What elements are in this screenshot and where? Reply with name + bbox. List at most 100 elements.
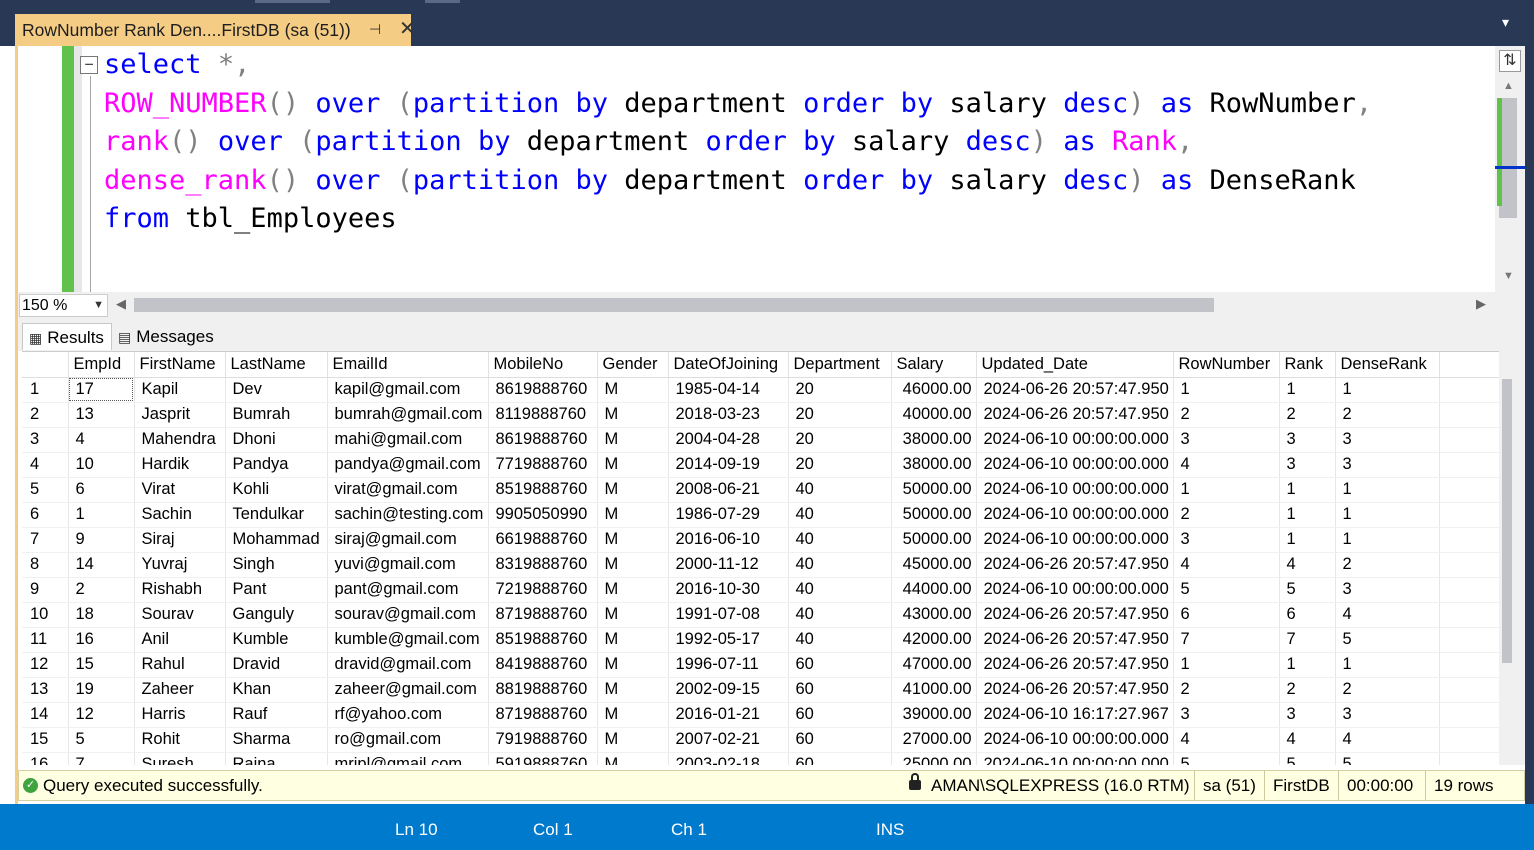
table-cell[interactable]: 2024-06-26 20:57:47.950: [976, 402, 1174, 428]
table-cell[interactable]: 39000.00: [891, 702, 977, 728]
table-cell[interactable]: 2004-04-28: [668, 427, 789, 453]
table-cell[interactable]: 2: [1173, 502, 1280, 528]
table-cell[interactable]: 40: [788, 477, 892, 503]
table-cell[interactable]: 40: [788, 577, 892, 603]
table-cell[interactable]: 2024-06-10 00:00:00.000: [976, 477, 1174, 503]
table-cell[interactable]: 1: [1173, 477, 1280, 503]
table-cell[interactable]: Rauf: [225, 702, 328, 728]
table-cell[interactable]: 8619888760: [488, 427, 598, 453]
table-cell[interactable]: 60: [788, 727, 892, 753]
table-cell[interactable]: 2: [1279, 402, 1336, 428]
table-row[interactable]: 13 19 Zaheer Khan zaheer@gmail.com 8819888760…: [22, 677, 1499, 703]
column-header[interactable]: Gender: [597, 352, 669, 378]
table-cell[interactable]: 1: [1335, 502, 1440, 528]
table-cell[interactable]: sachin@testing.com: [327, 502, 489, 528]
row-number-cell[interactable]: 6: [22, 502, 69, 528]
row-number-cell[interactable]: 1: [22, 377, 69, 403]
table-cell[interactable]: 5: [1279, 752, 1336, 765]
table-cell[interactable]: 2024-06-26 20:57:47.950: [976, 677, 1174, 703]
table-cell[interactable]: 3: [1173, 427, 1280, 453]
column-header[interactable]: Department: [788, 352, 892, 378]
table-cell[interactable]: M: [597, 527, 669, 553]
table-cell[interactable]: 46000.00: [891, 377, 977, 403]
table-cell[interactable]: Harris: [134, 702, 226, 728]
table-cell[interactable]: kapil@gmail.com: [327, 377, 489, 403]
table-cell[interactable]: 10: [68, 452, 135, 478]
column-header[interactable]: FirstName: [134, 352, 226, 378]
table-cell[interactable]: sourav@gmail.com: [327, 602, 489, 628]
table-cell[interactable]: 5: [1335, 752, 1440, 765]
table-cell[interactable]: 2: [1335, 552, 1440, 578]
table-cell[interactable]: Dev: [225, 377, 328, 403]
query-document-tab[interactable]: RowNumber Rank Den....FirstDB (sa (51)) …: [15, 14, 416, 46]
table-cell[interactable]: Dravid: [225, 652, 328, 678]
table-cell[interactable]: 4: [1279, 727, 1336, 753]
table-cell[interactable]: kumble@gmail.com: [327, 627, 489, 653]
column-header[interactable]: EmpId: [68, 352, 135, 378]
table-cell[interactable]: 1: [1173, 652, 1280, 678]
table-row[interactable]: 5 6 Virat Kohli virat@gmail.com 8519888760 M 20…: [22, 477, 1499, 503]
table-cell[interactable]: 13: [68, 402, 135, 428]
table-cell[interactable]: rf@yahoo.com: [327, 702, 489, 728]
code-line[interactable]: dense_rank() over (partition by departme…: [104, 162, 1494, 201]
table-cell[interactable]: 60: [788, 702, 892, 728]
table-cell[interactable]: 9905050990: [488, 502, 598, 528]
scroll-right-arrow-icon[interactable]: ▶: [1476, 296, 1486, 312]
table-cell[interactable]: 16: [68, 627, 135, 653]
table-cell[interactable]: 7: [1279, 627, 1336, 653]
code-line[interactable]: rank() over (partition by department ord…: [104, 123, 1494, 162]
table-cell[interactable]: 4: [68, 427, 135, 453]
table-cell[interactable]: Hardik: [134, 452, 226, 478]
scroll-left-arrow-icon[interactable]: ◀: [116, 296, 126, 312]
table-row[interactable]: 15 5 Rohit Sharma ro@gmail.com 7919888760 M 200…: [22, 727, 1499, 753]
split-window-icon[interactable]: ⇅: [1499, 50, 1521, 72]
table-cell[interactable]: 60: [788, 752, 892, 765]
table-cell[interactable]: bumrah@gmail.com: [327, 402, 489, 428]
table-cell[interactable]: 8519888760: [488, 627, 598, 653]
table-cell[interactable]: 7719888760: [488, 452, 598, 478]
table-cell[interactable]: 41000.00: [891, 677, 977, 703]
table-cell[interactable]: zaheer@gmail.com: [327, 677, 489, 703]
table-cell[interactable]: 1: [1279, 377, 1336, 403]
table-cell[interactable]: 43000.00: [891, 602, 977, 628]
table-cell[interactable]: Kapil: [134, 377, 226, 403]
table-cell[interactable]: M: [597, 577, 669, 603]
code-line[interactable]: select *,: [104, 46, 1494, 85]
pin-icon[interactable]: ⊣: [369, 21, 381, 38]
table-cell[interactable]: 2024-06-26 20:57:47.950: [976, 652, 1174, 678]
table-cell[interactable]: Mahendra: [134, 427, 226, 453]
table-cell[interactable]: 40: [788, 502, 892, 528]
table-cell[interactable]: Rahul: [134, 652, 226, 678]
table-cell[interactable]: 2: [1279, 677, 1336, 703]
table-cell[interactable]: 47000.00: [891, 652, 977, 678]
table-cell[interactable]: Sourav: [134, 602, 226, 628]
table-cell[interactable]: M: [597, 377, 669, 403]
table-cell[interactable]: 3: [1279, 452, 1336, 478]
table-cell[interactable]: 14: [68, 552, 135, 578]
table-cell[interactable]: 2000-11-12: [668, 552, 789, 578]
table-cell[interactable]: 1: [68, 502, 135, 528]
tab-messages[interactable]: ▤ Messages: [112, 323, 216, 350]
table-cell[interactable]: 4: [1173, 552, 1280, 578]
table-cell[interactable]: 4: [1173, 727, 1280, 753]
column-header[interactable]: DenseRank: [1335, 352, 1440, 378]
table-cell[interactable]: 3: [1173, 527, 1280, 553]
table-cell[interactable]: 8819888760: [488, 677, 598, 703]
table-cell[interactable]: 3: [1173, 702, 1280, 728]
column-header[interactable]: LastName: [225, 352, 328, 378]
table-cell[interactable]: 1991-07-08: [668, 602, 789, 628]
table-cell[interactable]: 1: [1335, 527, 1440, 553]
table-cell[interactable]: M: [597, 477, 669, 503]
column-header[interactable]: RowNumber: [1173, 352, 1280, 378]
table-cell[interactable]: 8719888760: [488, 702, 598, 728]
table-cell[interactable]: 4: [1335, 602, 1440, 628]
row-number-cell[interactable]: 10: [22, 602, 69, 628]
table-cell[interactable]: 2: [1173, 402, 1280, 428]
table-cell[interactable]: 5: [1173, 752, 1280, 765]
grid-corner[interactable]: [22, 352, 69, 378]
table-cell[interactable]: 20: [788, 377, 892, 403]
table-row[interactable]: 16 7 Suresh Raina mripl@gmail.com 5919888760 M…: [22, 752, 1499, 765]
table-cell[interactable]: Anil: [134, 627, 226, 653]
table-cell[interactable]: 2016-10-30: [668, 577, 789, 603]
table-cell[interactable]: M: [597, 402, 669, 428]
